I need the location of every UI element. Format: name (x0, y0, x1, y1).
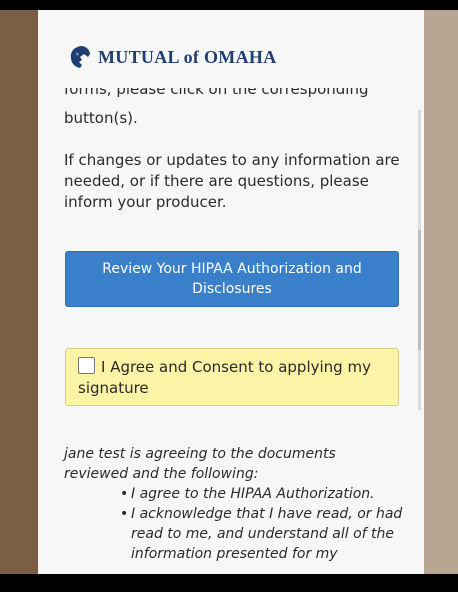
agreement-bullet: I acknowledge that I have read, or had r… (120, 504, 410, 564)
partial-text-line: forms, please click on the corresponding… (64, 88, 394, 100)
agreement-intro: jane test is agreeing to the documents r… (64, 446, 336, 482)
top-frame (0, 0, 458, 10)
info-text: If changes or updates to any information… (64, 151, 400, 211)
brand-name: MUTUAL of OMAHA (98, 46, 277, 67)
mobile-screen: MUTUAL of OMAHA forms, please click on t… (38, 10, 424, 574)
agreement-bullet-list: I agree to the HIPAA Authorization. I ac… (120, 484, 410, 564)
checkbox-icon[interactable] (78, 357, 95, 374)
consent-label: I Agree and Consent to applying my signa… (78, 358, 371, 397)
review-hipaa-button[interactable]: Review Your HIPAA Authorization and Disc… (65, 251, 399, 307)
scrollbar-thumb[interactable] (418, 230, 421, 350)
agreement-bullet: I agree to the HIPAA Authorization. (120, 484, 410, 504)
brand-logo: MUTUAL of OMAHA (68, 44, 277, 70)
partial-text: forms, please click on the corresponding… (64, 88, 369, 98)
review-hipaa-button-label: Review Your HIPAA Authorization and Disc… (102, 261, 362, 297)
lion-head-icon (70, 46, 90, 68)
bottom-frame (0, 574, 458, 592)
right-bezel (424, 10, 458, 574)
instruction-text: button(s). (64, 109, 138, 127)
consent-box[interactable]: I Agree and Consent to applying my signa… (65, 348, 399, 406)
left-bezel (0, 10, 38, 574)
